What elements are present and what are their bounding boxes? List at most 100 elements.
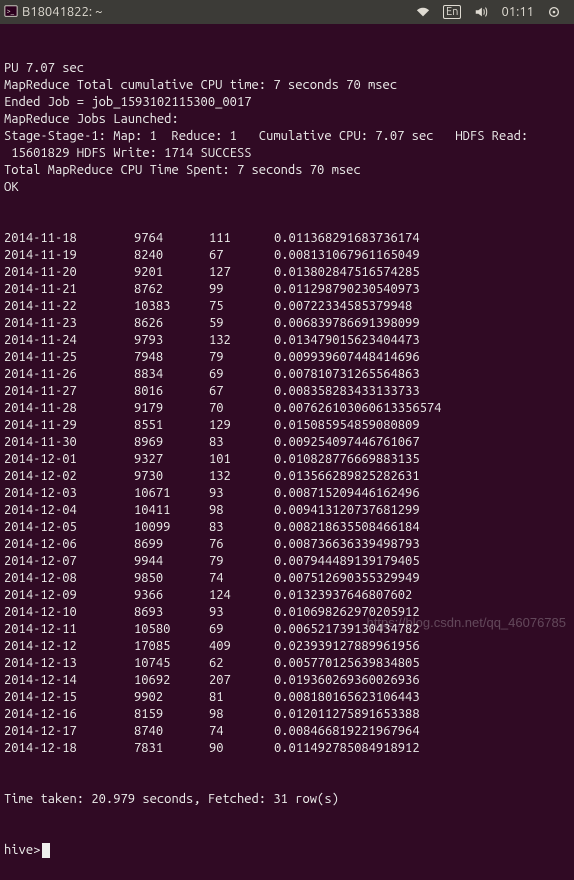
cell-col4: 0.011368291683736174 [274,230,570,247]
cell-col3: 69 [209,621,274,638]
table-row: 2014-11-2210383750.00722334585379948 [4,298,570,315]
cell-date: 2014-12-03 [4,485,134,502]
cell-col2: 8740 [134,723,209,740]
table-row: 2014-12-187831900.011492785084918912 [4,740,570,757]
table-row: 2014-12-1110580690.006521739130434782 [4,621,570,638]
terminal-output[interactable]: PU 7.07 secMapReduce Total cumulative CP… [0,24,574,880]
settings-gear-icon[interactable] [546,4,562,20]
cell-date: 2014-11-26 [4,366,134,383]
cell-col4: 0.01323937646807602 [274,587,570,604]
table-row: 2014-11-2497931320.013479015623404473 [4,332,570,349]
cell-col3: 67 [209,383,274,400]
cell-col4: 0.005770125639834805 [274,655,570,672]
cell-date: 2014-11-21 [4,281,134,298]
cell-col4: 0.013479015623404473 [274,332,570,349]
table-row: 2014-11-308969830.009254097446761067 [4,434,570,451]
cell-col4: 0.006521739130434782 [274,621,570,638]
table-row: 2014-11-198240670.008131067961165049 [4,247,570,264]
cell-col2: 9327 [134,451,209,468]
cell-col2: 10411 [134,502,209,519]
cell-col3: 132 [209,332,274,349]
cell-col2: 8626 [134,315,209,332]
cell-date: 2014-11-25 [4,349,134,366]
cell-col4: 0.010698262970205912 [274,604,570,621]
cell-col3: 207 [209,672,274,689]
cell-col4: 0.011492785084918912 [274,740,570,757]
cell-col4: 0.008358283433133733 [274,383,570,400]
cell-col4: 0.007810731265564863 [274,366,570,383]
table-row: 2014-11-218762990.011298790230540973 [4,281,570,298]
cell-date: 2014-12-09 [4,587,134,604]
cell-col2: 10692 [134,672,209,689]
cell-col3: 76 [209,536,274,553]
prompt-line[interactable]: hive> [4,842,570,859]
cell-date: 2014-12-17 [4,723,134,740]
cell-col4: 0.015085954859080809 [274,417,570,434]
cell-col3: 70 [209,400,274,417]
cell-col4: 0.007512690355329949 [274,570,570,587]
cell-col2: 10671 [134,485,209,502]
cell-date: 2014-12-16 [4,706,134,723]
system-tray: En 01:11 [415,4,570,20]
cell-col3: 90 [209,740,274,757]
cell-col2: 10383 [134,298,209,315]
output-line: MapReduce Total cumulative CPU time: 7 s… [4,77,570,94]
window-title: >_ B18041822: ~ [4,4,102,21]
prompt-text: hive> [4,842,40,859]
cell-date: 2014-12-11 [4,621,134,638]
network-icon[interactable] [415,4,431,20]
table-row: 2014-12-068699760.008736636339498793 [4,536,570,553]
cell-date: 2014-11-29 [4,417,134,434]
menubar: >_ B18041822: ~ En 01:11 [0,0,574,24]
cell-date: 2014-11-28 [4,400,134,417]
cell-col2: 9730 [134,468,209,485]
cell-col3: 99 [209,281,274,298]
cell-date: 2014-12-05 [4,519,134,536]
output-line: 15601829 HDFS Write: 1714 SUCCESS [4,145,570,162]
cell-col4: 0.010828776669883135 [274,451,570,468]
cell-col4: 0.008715209446162496 [274,485,570,502]
cell-col4: 0.011298790230540973 [274,281,570,298]
output-line: Ended Job = job_1593102115300_0017 [4,94,570,111]
cell-date: 2014-11-23 [4,315,134,332]
cell-date: 2014-12-01 [4,451,134,468]
cell-date: 2014-11-19 [4,247,134,264]
cell-col2: 17085 [134,638,209,655]
table-row: 2014-11-289179700.007626103060613356574 [4,400,570,417]
cell-col2: 10580 [134,621,209,638]
cell-date: 2014-11-22 [4,298,134,315]
cell-date: 2014-11-24 [4,332,134,349]
table-row: 2014-11-257948790.009939607448414696 [4,349,570,366]
cell-col4: 0.00722334585379948 [274,298,570,315]
cell-col2: 8699 [134,536,209,553]
cell-col2: 7831 [134,740,209,757]
cell-col2: 8834 [134,366,209,383]
sound-icon[interactable] [473,4,489,20]
table-row: 2014-11-2092011270.013802847516574285 [4,264,570,281]
table-row: 2014-12-0297301320.013566289825282631 [4,468,570,485]
cell-date: 2014-12-08 [4,570,134,587]
cell-col4: 0.009939607448414696 [274,349,570,366]
cell-col3: 79 [209,553,274,570]
cell-col3: 98 [209,502,274,519]
cell-col3: 93 [209,485,274,502]
ime-indicator[interactable]: En [443,5,461,19]
cell-col4: 0.012011275891653388 [274,706,570,723]
cell-date: 2014-12-10 [4,604,134,621]
cell-col3: 69 [209,366,274,383]
cell-col2: 9201 [134,264,209,281]
cell-col2: 9366 [134,587,209,604]
cell-col2: 7948 [134,349,209,366]
output-line: PU 7.07 sec [4,60,570,77]
cell-date: 2014-12-18 [4,740,134,757]
cell-date: 2014-12-07 [4,553,134,570]
cell-col4: 0.006839786691398099 [274,315,570,332]
clock[interactable]: 01:11 [501,5,534,19]
cell-date: 2014-12-15 [4,689,134,706]
table-row: 2014-12-12170854090.023939127889961956 [4,638,570,655]
output-line: MapReduce Jobs Launched: [4,111,570,128]
cell-col3: 83 [209,519,274,536]
cell-date: 2014-12-04 [4,502,134,519]
cell-col4: 0.013566289825282631 [274,468,570,485]
table-row: 2014-12-0993661240.01323937646807602 [4,587,570,604]
